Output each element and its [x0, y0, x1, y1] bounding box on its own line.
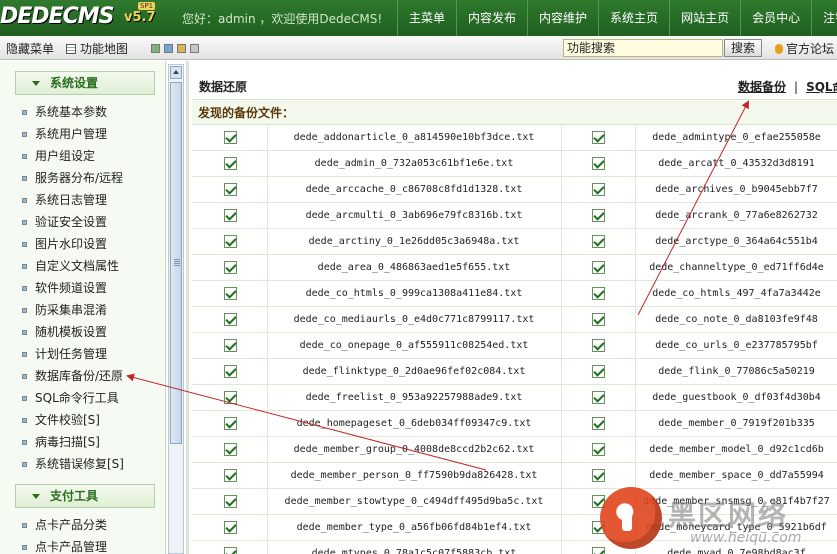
watermark-text: 黑区网络	[668, 499, 789, 532]
arrow-to-db-backup	[126, 373, 487, 471]
watermark-url: www.heiqu.com	[690, 530, 802, 546]
annotation-arrows	[126, 100, 749, 471]
watermark-logo	[600, 487, 662, 549]
arrow-to-backup-link	[637, 100, 749, 316]
app-window: DEDECMS v5.7 SP1 您好：admin ，欢迎使用DedeCMS! …	[0, 0, 837, 554]
